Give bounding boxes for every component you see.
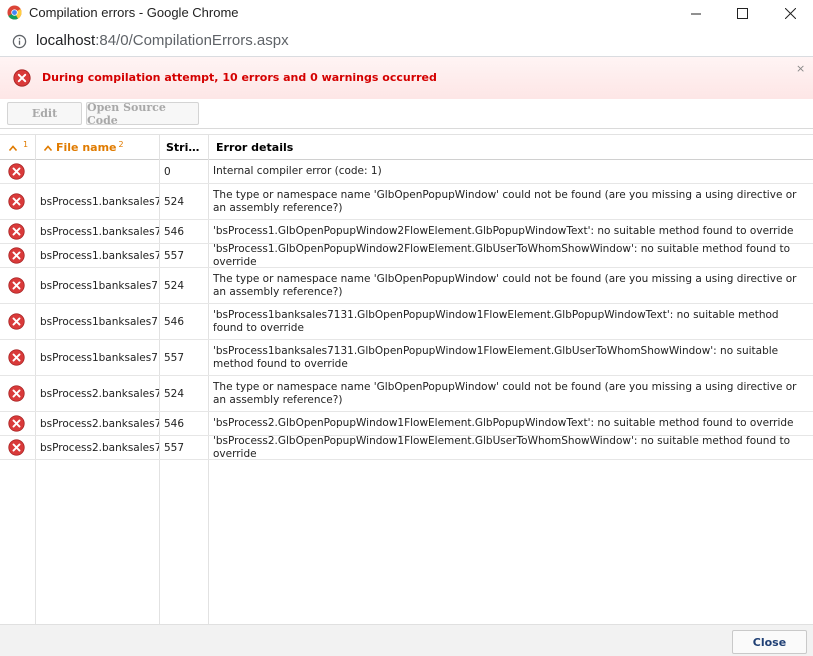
error-details-cell: 'bsProcess1banksales7131.GlbOpenPopupWin… (213, 308, 779, 334)
error-details-cell: The type or namespace name 'GlbOpenPopup… (213, 188, 797, 214)
file-name-cell: bsProcess2.banksales713 (40, 441, 159, 454)
line-cell: 524 (164, 195, 185, 208)
open-source-code-button[interactable]: Open Source Code (86, 101, 199, 127)
minimize-icon (690, 13, 701, 14)
error-icon (8, 244, 28, 267)
close-button[interactable]: Close (732, 630, 807, 654)
maximize-button[interactable] (719, 0, 765, 26)
address-bar[interactable]: localhost:84/0/CompilationErrors.aspx (0, 26, 813, 57)
table-row[interactable]: bsProcess1banksales7131 546 'bsProcess1ban… (0, 304, 813, 340)
error-details-cell: 'bsProcess2.GlbOpenPopupWindow1FlowEleme… (213, 417, 794, 429)
line-cell: 0 (164, 165, 171, 178)
sort-order-badge: 2 (118, 140, 124, 149)
column-label: File name (56, 141, 117, 154)
dialog-footer: Close (0, 624, 813, 656)
sort-ascending-icon (43, 141, 53, 154)
column-label: Stri… (166, 141, 200, 154)
error-details-cell: Internal compiler error (code: 1) (213, 165, 382, 177)
error-icon (8, 184, 28, 219)
url-path: :84/0/CompilationErrors.aspx (95, 32, 289, 49)
sort-ascending-icon (8, 141, 18, 154)
line-cell: 546 (164, 315, 185, 328)
line-cell: 524 (164, 387, 185, 400)
file-name-cell: bsProcess1.banksales713 (40, 195, 159, 208)
chrome-logo-icon (7, 5, 22, 20)
error-icon (8, 160, 28, 183)
line-cell: 524 (164, 279, 185, 292)
table-row[interactable]: bsProcess2.banksales713 546 'bsProcess2.Gl… (0, 412, 813, 436)
table-row[interactable]: bsProcess2.banksales713 524 The type or na… (0, 376, 813, 412)
error-icon (8, 436, 28, 459)
table-row[interactable]: 0 Internal compiler error (code: 1) (0, 160, 813, 184)
error-icon (8, 220, 28, 243)
line-cell: 557 (164, 351, 185, 364)
file-name-cell: bsProcess1banksales7131 (40, 279, 159, 292)
error-details-cell: 'bsProcess1banksales7131.GlbOpenPopupWin… (213, 344, 779, 370)
file-name-cell: bsProcess2.banksales713 (40, 387, 159, 400)
file-name-cell: bsProcess1banksales7131 (40, 351, 159, 364)
line-cell: 546 (164, 417, 185, 430)
url-host: localhost (36, 32, 96, 49)
error-details-cell: 'bsProcess1.GlbOpenPopupWindow2FlowEleme… (213, 244, 790, 267)
table-row[interactable]: bsProcess1banksales7131 524 The type or na… (0, 268, 813, 304)
info-icon[interactable] (12, 34, 27, 49)
file-name-cell: bsProcess2.banksales713 (40, 417, 159, 430)
table-row[interactable]: bsProcess1.banksales713 557 'bsProcess1.Gl… (0, 244, 813, 268)
table-row[interactable]: bsProcess1.banksales713 546 'bsProcess1.Gl… (0, 220, 813, 244)
column-header-error-details[interactable]: Error details (216, 135, 293, 160)
column-header-icon[interactable]: 1 (8, 135, 29, 160)
window-titlebar: Compilation errors - Google Chrome (0, 0, 813, 26)
error-icon (13, 69, 31, 87)
column-header-string[interactable]: Stri… (166, 135, 199, 160)
line-cell: 546 (164, 225, 185, 238)
error-icon (8, 376, 28, 411)
error-details-cell: The type or namespace name 'GlbOpenPopup… (213, 380, 797, 406)
minimize-button[interactable] (673, 0, 719, 26)
error-details-cell: 'bsProcess2.GlbOpenPopupWindow1FlowEleme… (213, 436, 790, 459)
errors-grid: 1 File name 2 Stri… Error details 0 Inter… (0, 134, 813, 625)
close-icon (784, 7, 796, 19)
file-name-cell: bsProcess1.banksales713 (40, 225, 159, 238)
line-cell: 557 (164, 249, 185, 262)
error-icon (8, 412, 28, 435)
error-banner: During compilation attempt, 10 errors an… (0, 57, 813, 99)
error-icon (8, 268, 28, 303)
column-header-file-name[interactable]: File name 2 (43, 135, 124, 160)
table-row[interactable]: bsProcess2.banksales713 557 'bsProcess2.Gl… (0, 436, 813, 460)
table-row[interactable]: bsProcess1.banksales713 524 The type or na… (0, 184, 813, 220)
edit-button[interactable]: Edit (7, 102, 82, 125)
error-icon (8, 304, 28, 339)
banner-dismiss-icon[interactable]: × (796, 62, 805, 75)
file-name-cell (40, 160, 159, 183)
error-details-cell: The type or namespace name 'GlbOpenPopup… (213, 272, 797, 298)
maximize-icon (736, 7, 748, 19)
column-label: Error details (216, 141, 294, 154)
url-text[interactable]: localhost:84/0/CompilationErrors.aspx (36, 32, 289, 49)
sort-order-badge: 1 (23, 140, 29, 149)
error-icon (8, 340, 28, 375)
window-title: Compilation errors - Google Chrome (29, 5, 239, 20)
toolbar: Edit Open Source Code (0, 99, 813, 129)
file-name-cell: bsProcess1.banksales713 (40, 249, 159, 262)
error-summary-message: During compilation attempt, 10 errors an… (42, 71, 437, 84)
error-details-cell: 'bsProcess1.GlbOpenPopupWindow2FlowEleme… (213, 225, 794, 237)
grid-header: 1 File name 2 Stri… Error details (0, 135, 813, 160)
file-name-cell: bsProcess1banksales7131 (40, 315, 159, 328)
window-close-button[interactable] (767, 0, 813, 26)
table-row[interactable]: bsProcess1banksales7131 557 'bsProcess1ban… (0, 340, 813, 376)
line-cell: 557 (164, 441, 185, 454)
